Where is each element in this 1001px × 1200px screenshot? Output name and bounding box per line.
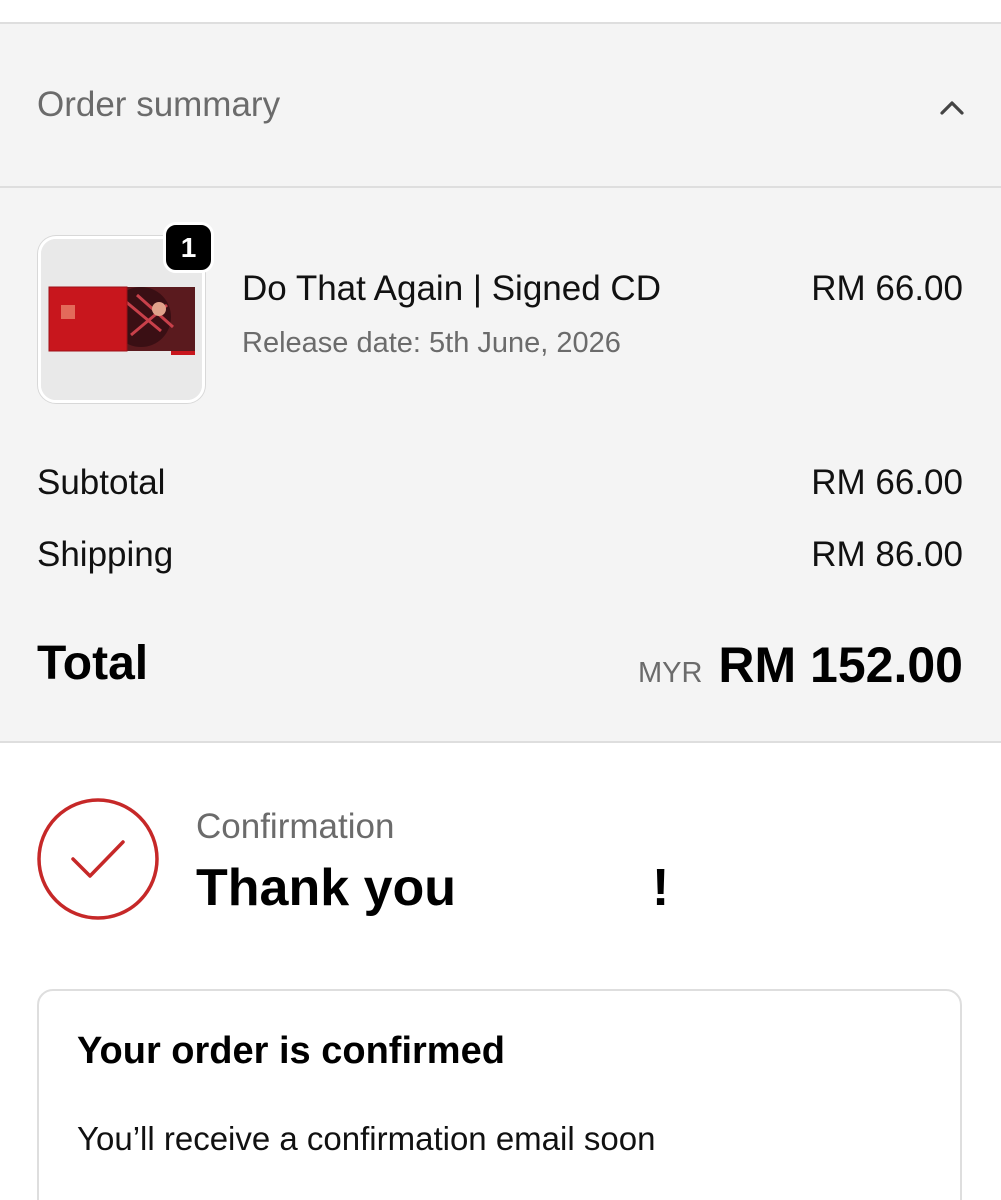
total-amount: MYR RM 152.00	[638, 636, 963, 694]
order-summary-title: Order summary	[37, 85, 281, 124]
order-summary-body: 1 Do That Again | Signed CD Release date…	[0, 188, 1001, 743]
product-price: RM 66.00	[811, 269, 963, 308]
thank-you-heading: Thank you	[196, 859, 457, 917]
order-confirmed-message: You’ll receive a confirmation email soon	[77, 1120, 656, 1157]
chevron-up-icon[interactable]	[938, 94, 966, 122]
order-summary-toggle[interactable]: Order summary	[0, 24, 1001, 188]
subtotal-value: RM 66.00	[811, 463, 963, 502]
order-confirmed-card: Your order is confirmed You’ll receive a…	[37, 989, 962, 1200]
check-circle-icon	[37, 798, 159, 920]
top-strip	[0, 0, 1001, 24]
order-confirmed-title: Your order is confirmed	[77, 1030, 505, 1072]
shipping-value: RM 86.00	[811, 535, 963, 574]
total-label: Total	[37, 637, 149, 690]
total-value: RM 152.00	[718, 637, 963, 693]
confirmation-label: Confirmation	[196, 807, 395, 846]
currency-code: MYR	[637, 657, 703, 689]
order-status-page: Order summary 1 Do That Again | Signed C…	[0, 0, 1001, 1200]
product-title: Do That Again | Signed CD	[242, 269, 661, 308]
shipping-label: Shipping	[37, 535, 174, 574]
thank-you-exclamation: !	[652, 859, 670, 917]
subtotal-label: Subtotal	[37, 463, 166, 502]
quantity-badge: 1	[163, 222, 214, 273]
product-release-date: Release date: 5th June, 2026	[242, 327, 621, 359]
